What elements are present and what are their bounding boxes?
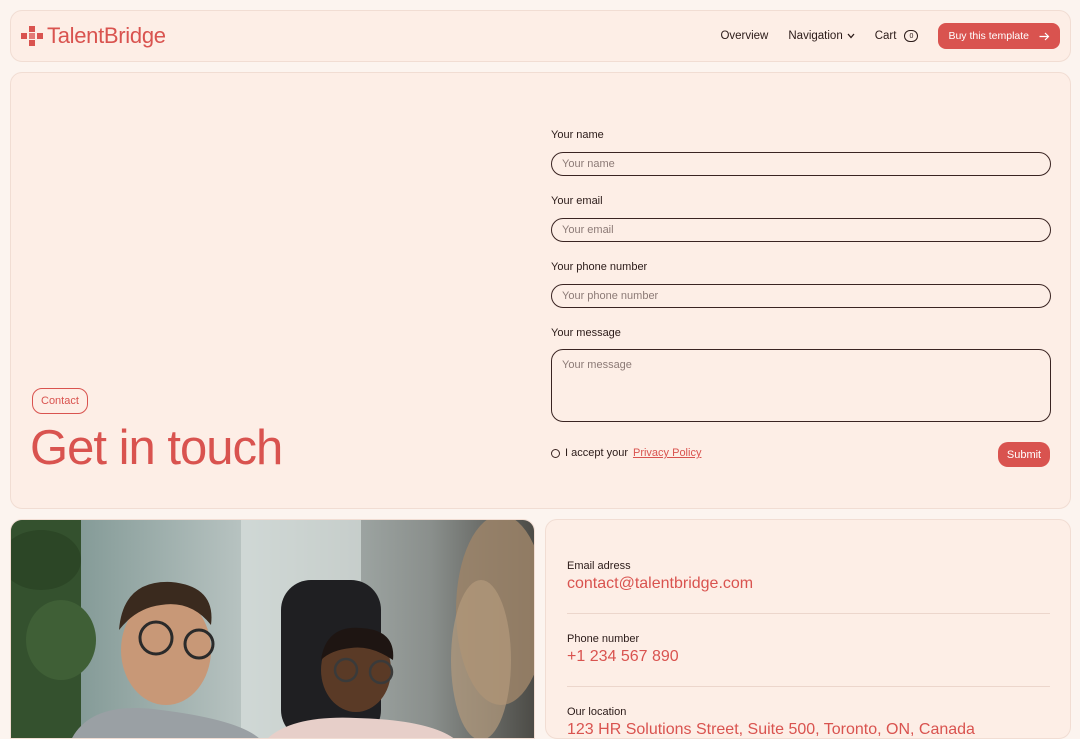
nav-overview[interactable]: Overview <box>720 30 768 42</box>
email-label: Your email <box>551 195 603 207</box>
accept-radio[interactable] <box>551 448 560 458</box>
privacy-policy-link[interactable]: Privacy Policy <box>633 447 701 459</box>
email-info: Email adress contact@talentbridge.com <box>567 560 753 593</box>
email-input[interactable] <box>551 218 1051 242</box>
name-input[interactable] <box>551 152 1051 176</box>
office-photo <box>10 519 535 739</box>
nav-navigation-label: Navigation <box>788 30 843 42</box>
photo-illustration <box>11 520 534 738</box>
chevron-down-icon <box>847 33 855 39</box>
message-textarea[interactable] <box>551 349 1051 422</box>
submit-button[interactable]: Submit <box>998 442 1050 467</box>
section-badge: Contact <box>32 388 88 414</box>
arrow-right-icon <box>1039 32 1050 40</box>
phone-info-value[interactable]: +1 234 567 890 <box>567 648 679 666</box>
message-label: Your message <box>551 327 621 339</box>
main-nav: Overview Navigation Cart 0 Buy this temp… <box>720 23 1060 49</box>
contact-section: Contact Get in touch Your name Your emai… <box>10 72 1071 509</box>
logo-icon <box>21 26 43 46</box>
location-info: Our location 123 HR Solutions Street, Su… <box>567 706 975 739</box>
phone-info: Phone number +1 234 567 890 <box>567 633 679 666</box>
accept-text: I accept your <box>565 447 628 459</box>
logo[interactable]: TalentBridge <box>21 23 166 49</box>
contact-info: Email adress contact@talentbridge.com Ph… <box>545 519 1071 739</box>
phone-input[interactable] <box>551 284 1051 308</box>
page-title: Get in touch <box>30 421 283 475</box>
divider <box>567 613 1050 614</box>
brand-name: TalentBridge <box>47 23 166 48</box>
location-info-value: 123 HR Solutions Street, Suite 500, Toro… <box>567 721 975 738</box>
location-info-label: Our location <box>567 706 627 718</box>
name-label: Your name <box>551 129 604 141</box>
nav-navigation-dropdown[interactable]: Navigation <box>788 30 855 42</box>
phone-info-label: Phone number <box>567 633 640 645</box>
privacy-consent: I accept your Privacy Policy <box>551 447 701 459</box>
email-info-value[interactable]: contact@talentbridge.com <box>567 575 753 593</box>
phone-label: Your phone number <box>551 261 648 273</box>
nav-cart[interactable]: Cart 0 <box>875 30 919 42</box>
buy-template-button[interactable]: Buy this template <box>938 23 1060 49</box>
cart-count-badge: 0 <box>904 30 919 42</box>
site-header: TalentBridge Overview Navigation Cart 0 … <box>10 10 1071 62</box>
cart-label: Cart <box>874 30 897 42</box>
divider <box>567 686 1050 687</box>
email-info-label: Email adress <box>567 560 631 572</box>
buy-template-label: Buy this template <box>948 30 1029 42</box>
